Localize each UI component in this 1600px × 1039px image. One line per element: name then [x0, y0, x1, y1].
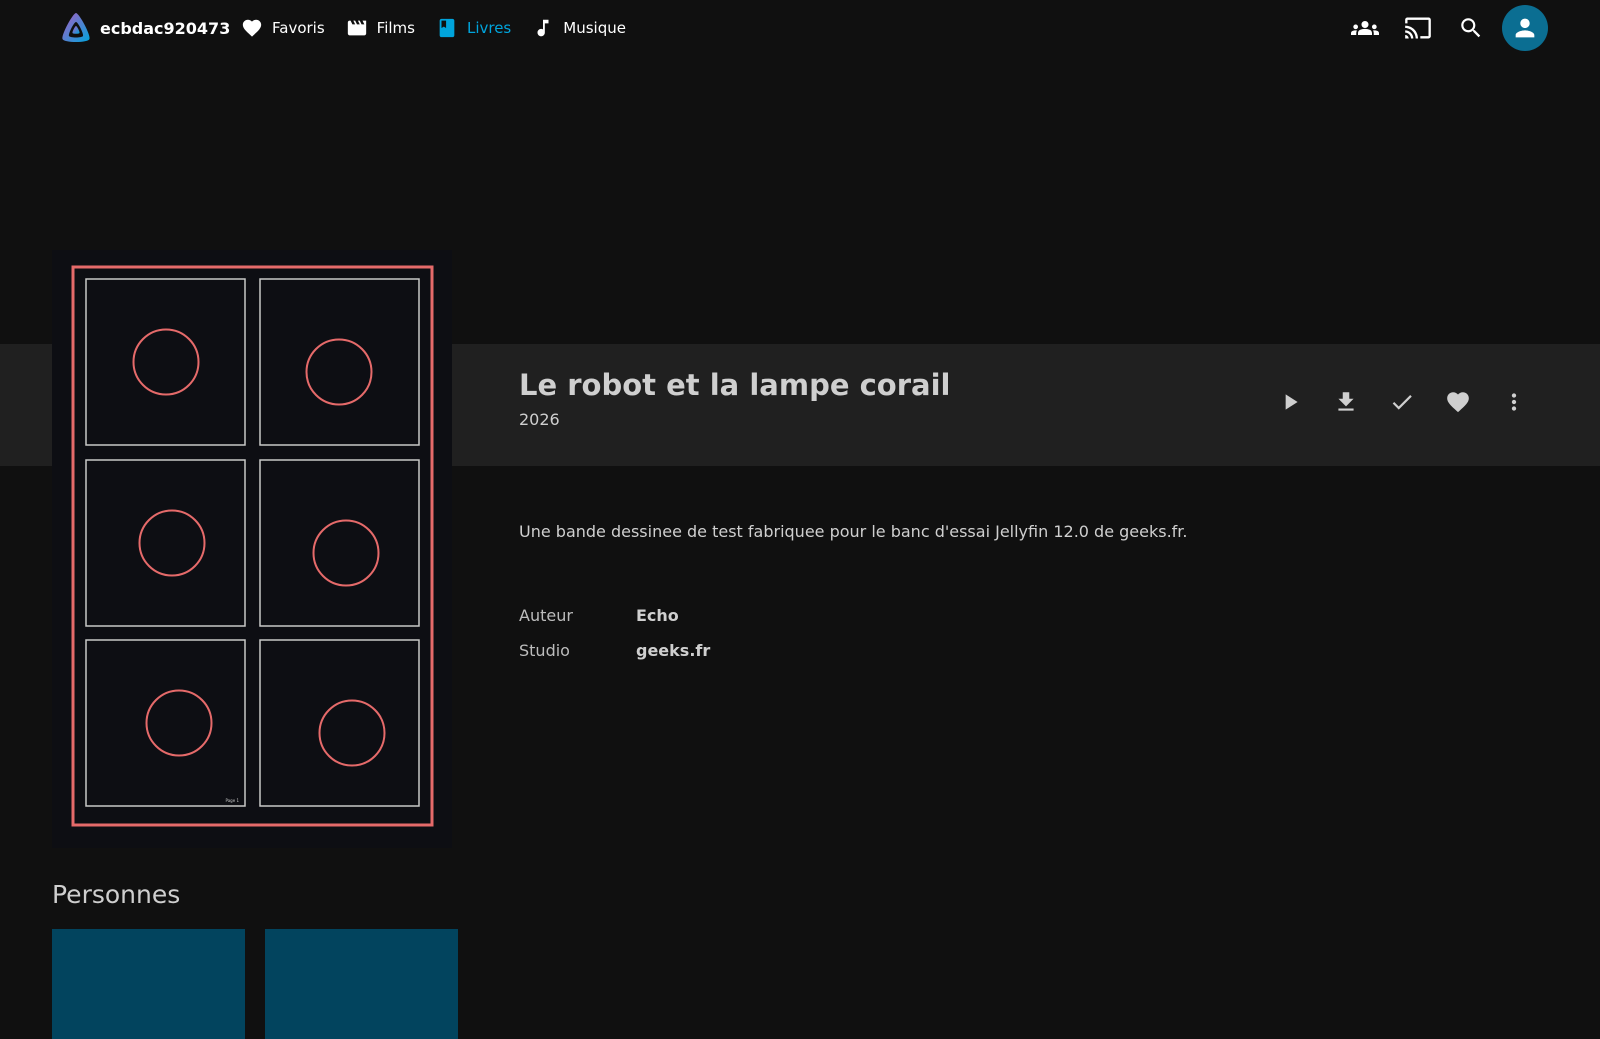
play-button[interactable] — [1270, 382, 1310, 422]
nav-item-label: Favoris — [272, 19, 325, 37]
cast-button[interactable] — [1395, 5, 1441, 51]
music-note-icon — [532, 17, 554, 39]
panel-circle — [138, 509, 206, 577]
meta-row-studio: Studio geeks.fr — [519, 641, 710, 660]
nav-item-films[interactable]: Films — [346, 17, 415, 39]
book-icon — [436, 17, 458, 39]
user-avatar-button[interactable] — [1502, 5, 1548, 51]
cover-page-label: Page 1 — [226, 798, 240, 803]
meta-label: Auteur — [519, 606, 573, 625]
people-section-title: Personnes — [52, 880, 181, 909]
server-name: ecbdac920473 — [100, 18, 231, 38]
meta-value-link[interactable]: geeks.fr — [636, 641, 710, 660]
cast-icon — [1405, 17, 1431, 39]
item-year: 2026 — [519, 410, 560, 429]
heart-icon — [1447, 392, 1469, 413]
panel-circle — [145, 689, 213, 757]
item-title: Le robot et la lampe corail — [519, 368, 951, 402]
syncplay-button[interactable] — [1342, 5, 1388, 51]
heart-icon — [241, 17, 263, 39]
item-overview: Une bande dessinee de test fabriquee pou… — [519, 522, 1188, 541]
download-button[interactable] — [1326, 382, 1366, 422]
download-icon — [1338, 392, 1354, 411]
nav-item-label: Films — [376, 19, 415, 37]
more-vert-icon — [1511, 393, 1517, 411]
clapperboard-icon — [346, 17, 368, 39]
meta-value-link[interactable]: Echo — [636, 606, 679, 625]
comic-panel — [259, 459, 420, 627]
person-card[interactable] — [52, 929, 245, 1039]
search-icon — [1461, 18, 1481, 38]
panel-circle — [312, 519, 380, 587]
mark-played-button[interactable] — [1382, 382, 1422, 422]
header-actions — [1335, 5, 1548, 51]
meta-label: Studio — [519, 641, 570, 660]
people-icon — [1351, 21, 1379, 35]
search-button[interactable] — [1448, 5, 1494, 51]
item-actions — [1270, 382, 1550, 422]
nav-item-label: Livres — [466, 19, 512, 37]
brand[interactable]: ecbdac920473 — [59, 10, 230, 46]
nav-item-label: Musique — [563, 19, 626, 37]
comic-panel — [85, 459, 246, 627]
comic-panel — [85, 278, 246, 446]
user-icon — [1515, 18, 1535, 38]
check-icon — [1392, 395, 1412, 410]
person-card[interactable] — [265, 929, 458, 1039]
meta-row-author: Auteur Echo — [519, 606, 679, 625]
jellyfin-logo-icon — [62, 13, 90, 42]
nav-item-favoris[interactable]: Favoris — [241, 17, 325, 39]
comic-cover-art: Page 1 — [71, 265, 434, 827]
cover-image[interactable]: Page 1 — [52, 250, 452, 848]
panel-circle — [318, 699, 386, 767]
main-nav: Favoris Films Livres Musique — [241, 14, 647, 42]
more-button[interactable] — [1494, 382, 1534, 422]
favorite-button[interactable] — [1438, 382, 1478, 422]
nav-item-livres[interactable]: Livres — [436, 17, 511, 39]
comic-panel — [259, 639, 420, 807]
comic-panel — [85, 639, 246, 807]
panel-circle — [305, 338, 373, 406]
play-icon — [1285, 394, 1298, 410]
panel-circle — [132, 328, 200, 396]
nav-item-musique[interactable]: Musique — [532, 17, 626, 39]
comic-panel — [259, 278, 420, 446]
top-bar: ecbdac920473 Favoris Films Livres Musiqu… — [0, 0, 1600, 56]
